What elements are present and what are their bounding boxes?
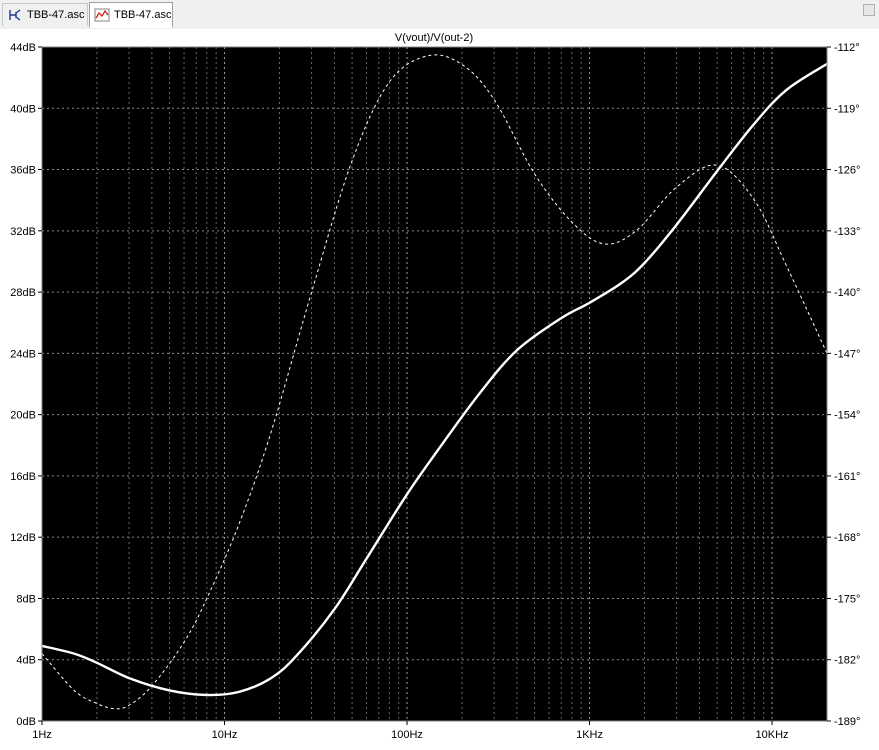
tab-waveform-label: TBB-47.asc	[114, 9, 172, 21]
chart-title: V(vout)/V(out-2)	[395, 32, 473, 44]
left-tick-label: 0dB	[16, 716, 36, 728]
right-tick-label: -154°	[834, 410, 860, 422]
right-tick-label: -147°	[834, 348, 860, 360]
right-tick-label: -126°	[834, 165, 860, 177]
right-tick-label: -119°	[834, 103, 860, 115]
x-tick-label: 1KHz	[576, 729, 603, 741]
right-tick-label: -189°	[834, 716, 860, 728]
left-tick-label: 4dB	[16, 655, 36, 667]
schematic-icon	[7, 7, 23, 23]
left-tick-label: 32dB	[10, 226, 36, 238]
window-close-button[interactable]	[863, 4, 875, 16]
right-tick-label: -140°	[834, 287, 860, 299]
left-tick-label: 8dB	[16, 593, 36, 605]
right-tick-label: -161°	[834, 471, 860, 483]
right-tick-label: -133°	[834, 226, 860, 238]
x-axis-labels: 1Hz 10Hz 100Hz 1KHz 10KHz	[32, 721, 789, 741]
right-tick-label: -182°	[834, 655, 860, 667]
document-tab-bar: TBB-47.asc TBB-47.asc	[0, 0, 879, 30]
plot-window[interactable]: V(vout)/V(out-2) 0dB 4dB 8dB 12dB 16dB 20dB 24…	[0, 29, 879, 750]
tab-waveform[interactable]: TBB-47.asc	[89, 2, 173, 28]
right-tick-label: -168°	[834, 532, 860, 544]
plot-area[interactable]	[42, 47, 827, 721]
left-tick-label: 36dB	[10, 165, 36, 177]
left-tick-label: 16dB	[10, 471, 36, 483]
left-tick-label: 12dB	[10, 532, 36, 544]
left-tick-label: 24dB	[10, 348, 36, 360]
x-tick-label: 100Hz	[391, 729, 423, 741]
bode-plot[interactable]: V(vout)/V(out-2) 0dB 4dB 8dB 12dB 16dB 20dB 24…	[0, 29, 879, 750]
right-tick-label: -175°	[834, 593, 860, 605]
x-tick-label: 10KHz	[756, 729, 789, 741]
tab-schematic[interactable]: TBB-47.asc	[2, 3, 88, 26]
left-tick-label: 20dB	[10, 410, 36, 422]
right-axis-labels: -189° -182° -175° -168° -161° -154° -147° -140°…	[827, 42, 860, 728]
waveform-icon	[94, 7, 110, 23]
x-tick-label: 10Hz	[212, 729, 238, 741]
left-tick-label: 28dB	[10, 287, 36, 299]
x-tick-label: 1Hz	[32, 729, 52, 741]
left-tick-label: 44dB	[10, 42, 36, 54]
left-axis-labels: 0dB 4dB 8dB 12dB 16dB 20dB 24dB 28dB 32dB 36dB 40d…	[10, 42, 42, 728]
right-tick-label: -112°	[834, 42, 860, 54]
tab-schematic-label: TBB-47.asc	[27, 9, 85, 21]
left-tick-label: 40dB	[10, 103, 36, 115]
